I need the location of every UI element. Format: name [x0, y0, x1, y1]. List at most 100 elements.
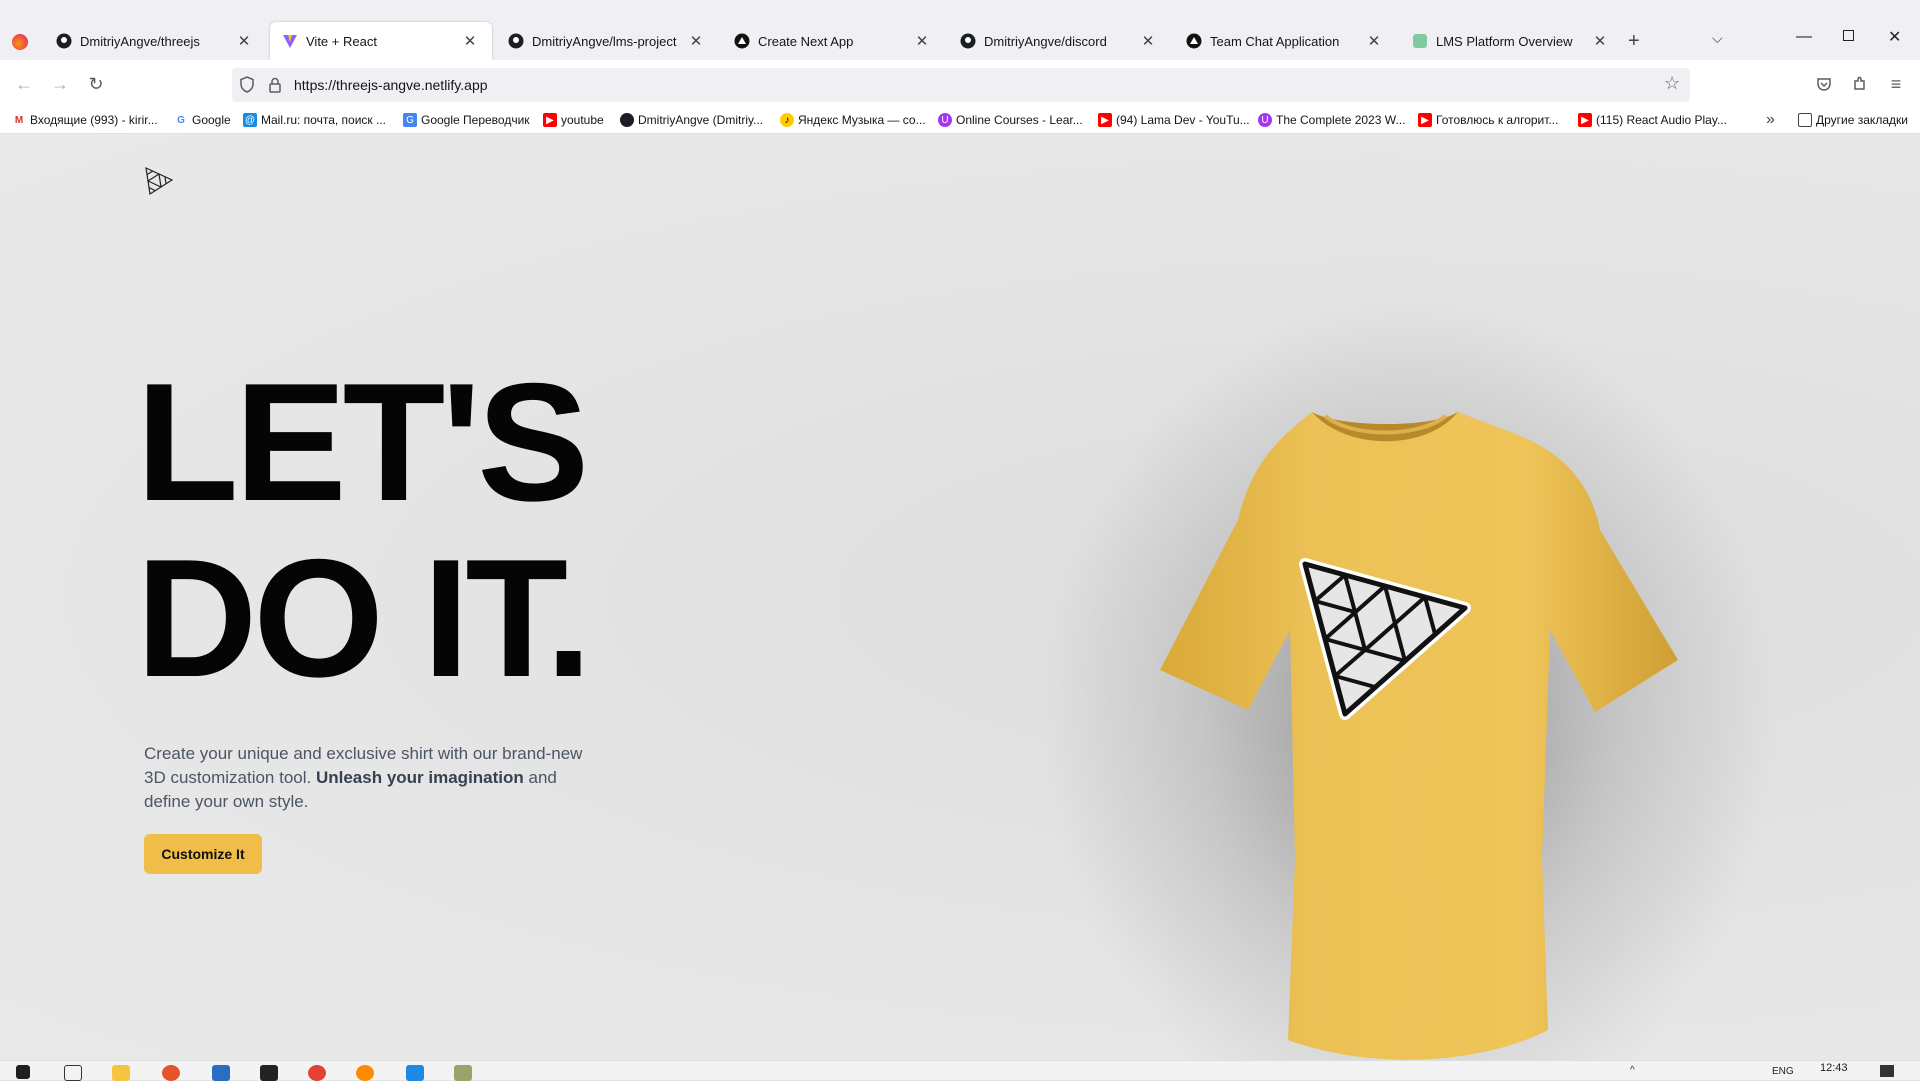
firefox-menu-icon[interactable] — [12, 34, 28, 50]
tab-lms-platform-overview[interactable]: LMS Platform Overview ✕ — [1400, 22, 1622, 60]
address-bar[interactable]: https://threejs-angve.netlify.app ☆ — [232, 68, 1690, 102]
restore-icon[interactable] — [1843, 30, 1854, 41]
close-icon[interactable]: ✕ — [460, 32, 480, 50]
url-text: https://threejs-angve.netlify.app — [294, 77, 488, 93]
udemy-icon: U — [938, 113, 952, 127]
tab-title: Create Next App — [758, 33, 854, 49]
clock[interactable]: 12:43 — [1820, 1062, 1848, 1074]
youtube-icon: ▶ — [1098, 113, 1112, 127]
bookmark-item[interactable]: @ Mail.ru: почта, поиск ... — [243, 113, 386, 127]
bookmark-item[interactable]: ♪ Яндекс Музыка — со... — [780, 113, 926, 127]
minimize-icon[interactable]: — — [1796, 28, 1812, 46]
bookmark-item[interactable]: DmitriyAngve (Dmitriy... — [620, 113, 763, 127]
bookmark-label: DmitriyAngve (Dmitriy... — [638, 113, 764, 127]
bookmark-star-icon[interactable]: ☆ — [1664, 73, 1680, 94]
tray-chevron-icon[interactable]: ^ — [1630, 1065, 1635, 1076]
close-icon[interactable]: ✕ — [1364, 32, 1384, 50]
tab-title: DmitriyAngve/threejs — [80, 33, 200, 49]
vercel-icon — [1186, 33, 1202, 49]
tab-dmitriyangve-threejs[interactable]: DmitriyAngve/threejs ✕ — [44, 22, 266, 60]
vscode-icon[interactable] — [406, 1065, 424, 1081]
tshirt-3d-canvas[interactable] — [1090, 270, 1680, 1060]
language-indicator[interactable]: ENG — [1772, 1066, 1794, 1077]
reload-icon[interactable]: ↻ — [84, 72, 108, 96]
hero-description: Create your unique and exclusive shirt w… — [144, 742, 604, 814]
bookmark-item[interactable]: ▶ (94) Lama Dev - YouTu... — [1098, 113, 1250, 127]
bookmark-label: The Complete 2023 W... — [1276, 113, 1406, 127]
file-explorer-icon[interactable] — [112, 1065, 130, 1081]
chrome-icon[interactable] — [308, 1065, 326, 1081]
extensions-icon[interactable] — [1848, 72, 1872, 96]
page-viewport: LET'S DO IT. Create your unique and excl… — [0, 134, 1920, 1060]
more-bookmarks-chevron-icon[interactable]: » — [1766, 111, 1775, 129]
hero-title: LET'S DO IT. — [136, 354, 592, 712]
bookmark-label: Готовлюсь к алгорит... — [1436, 113, 1559, 127]
hamburger-menu-icon[interactable]: ≡ — [1884, 72, 1908, 96]
bookmark-label: Mail.ru: почта, поиск ... — [261, 113, 386, 127]
folder-icon — [1798, 113, 1812, 127]
lock-icon[interactable] — [268, 77, 282, 93]
tab-title: Team Chat Application — [1210, 33, 1340, 49]
github-icon — [56, 33, 72, 49]
windows-taskbar: ^ ENG 12:43 — [0, 1060, 1920, 1081]
tab-create-next-app[interactable]: Create Next App ✕ — [722, 22, 944, 60]
pocket-icon[interactable] — [1812, 72, 1836, 96]
bookmark-label: Google Переводчик — [421, 113, 530, 127]
google-icon: G — [177, 114, 185, 126]
bookmark-item[interactable]: M Входящие (993) - kirir... — [12, 113, 158, 127]
bookmark-label: Online Courses - Lear... — [956, 113, 1083, 127]
bookmark-item[interactable]: ▶ youtube — [543, 113, 604, 127]
windows-start-icon[interactable] — [16, 1065, 30, 1079]
close-icon[interactable]: ✕ — [234, 32, 254, 50]
tshirt-body — [1160, 412, 1678, 1060]
mailru-icon: @ — [243, 113, 257, 127]
bookmark-item[interactable]: G Google — [174, 113, 231, 127]
bookmark-item[interactable]: U Online Courses - Lear... — [938, 113, 1083, 127]
vercel-icon — [734, 33, 750, 49]
tab-title: Vite + React — [306, 33, 377, 49]
bookmark-item[interactable]: G Google Переводчик — [403, 113, 530, 127]
paint-icon[interactable] — [454, 1065, 472, 1081]
terminal-icon[interactable] — [260, 1065, 278, 1081]
shield-icon[interactable] — [240, 76, 254, 93]
bookmark-label: (94) Lama Dev - YouTu... — [1116, 113, 1250, 127]
notifications-icon[interactable] — [1880, 1065, 1894, 1077]
other-bookmarks-folder[interactable]: Другие закладки — [1798, 113, 1908, 127]
task-view-icon[interactable] — [64, 1065, 82, 1081]
close-icon[interactable]: ✕ — [1590, 32, 1610, 50]
firefox-active-icon[interactable] — [356, 1065, 374, 1081]
back-icon[interactable]: ← — [12, 72, 36, 96]
firefox-taskbar-icon[interactable] — [162, 1065, 180, 1081]
threejs-logo-icon[interactable] — [144, 166, 174, 196]
tab-team-chat-application[interactable]: Team Chat Application ✕ — [1174, 22, 1396, 60]
gmail-icon: M — [12, 113, 26, 127]
tab-title: DmitriyAngve/lms-project — [532, 33, 677, 49]
mail-icon[interactable] — [212, 1065, 230, 1081]
youtube-icon: ▶ — [543, 113, 557, 127]
forward-icon[interactable]: → — [48, 72, 72, 96]
close-icon[interactable]: ✕ — [686, 32, 706, 50]
close-icon[interactable]: ✕ — [912, 32, 932, 50]
bookmark-item[interactable]: U The Complete 2023 W... — [1258, 113, 1405, 127]
customize-it-button[interactable]: Customize It — [144, 834, 262, 874]
window-close-icon[interactable]: ✕ — [1888, 27, 1901, 47]
translate-icon: G — [403, 113, 417, 127]
browser-tab-strip: DmitriyAngve/threejs ✕ Vite + React ✕ Dm… — [0, 0, 1920, 60]
github-icon — [960, 33, 976, 49]
bookmark-label: youtube — [561, 113, 604, 127]
hero-title-line2: DO IT. — [136, 524, 592, 712]
close-icon[interactable]: ✕ — [1138, 32, 1158, 50]
github-icon — [620, 113, 634, 127]
tab-dmitriyangve-lms-project[interactable]: DmitriyAngve/lms-project ✕ — [496, 22, 718, 60]
tab-vite-react[interactable]: Vite + React ✕ — [270, 22, 492, 60]
youtube-icon: ▶ — [1578, 113, 1592, 127]
new-tab-icon[interactable]: + — [1628, 30, 1640, 53]
bookmark-label: Google — [192, 113, 231, 127]
udemy-icon: U — [1258, 113, 1272, 127]
tab-dmitriyangve-discord[interactable]: DmitriyAngve/discord ✕ — [948, 22, 1170, 60]
bookmark-label: Другие закладки — [1816, 113, 1908, 127]
bookmark-item[interactable]: ▶ (115) React Audio Play... — [1578, 113, 1727, 127]
tab-list-chevron-icon[interactable]: ⌵ — [1712, 30, 1723, 47]
bookmark-label: Яндекс Музыка — со... — [798, 113, 926, 127]
bookmark-item[interactable]: ▶ Готовлюсь к алгорит... — [1418, 113, 1558, 127]
